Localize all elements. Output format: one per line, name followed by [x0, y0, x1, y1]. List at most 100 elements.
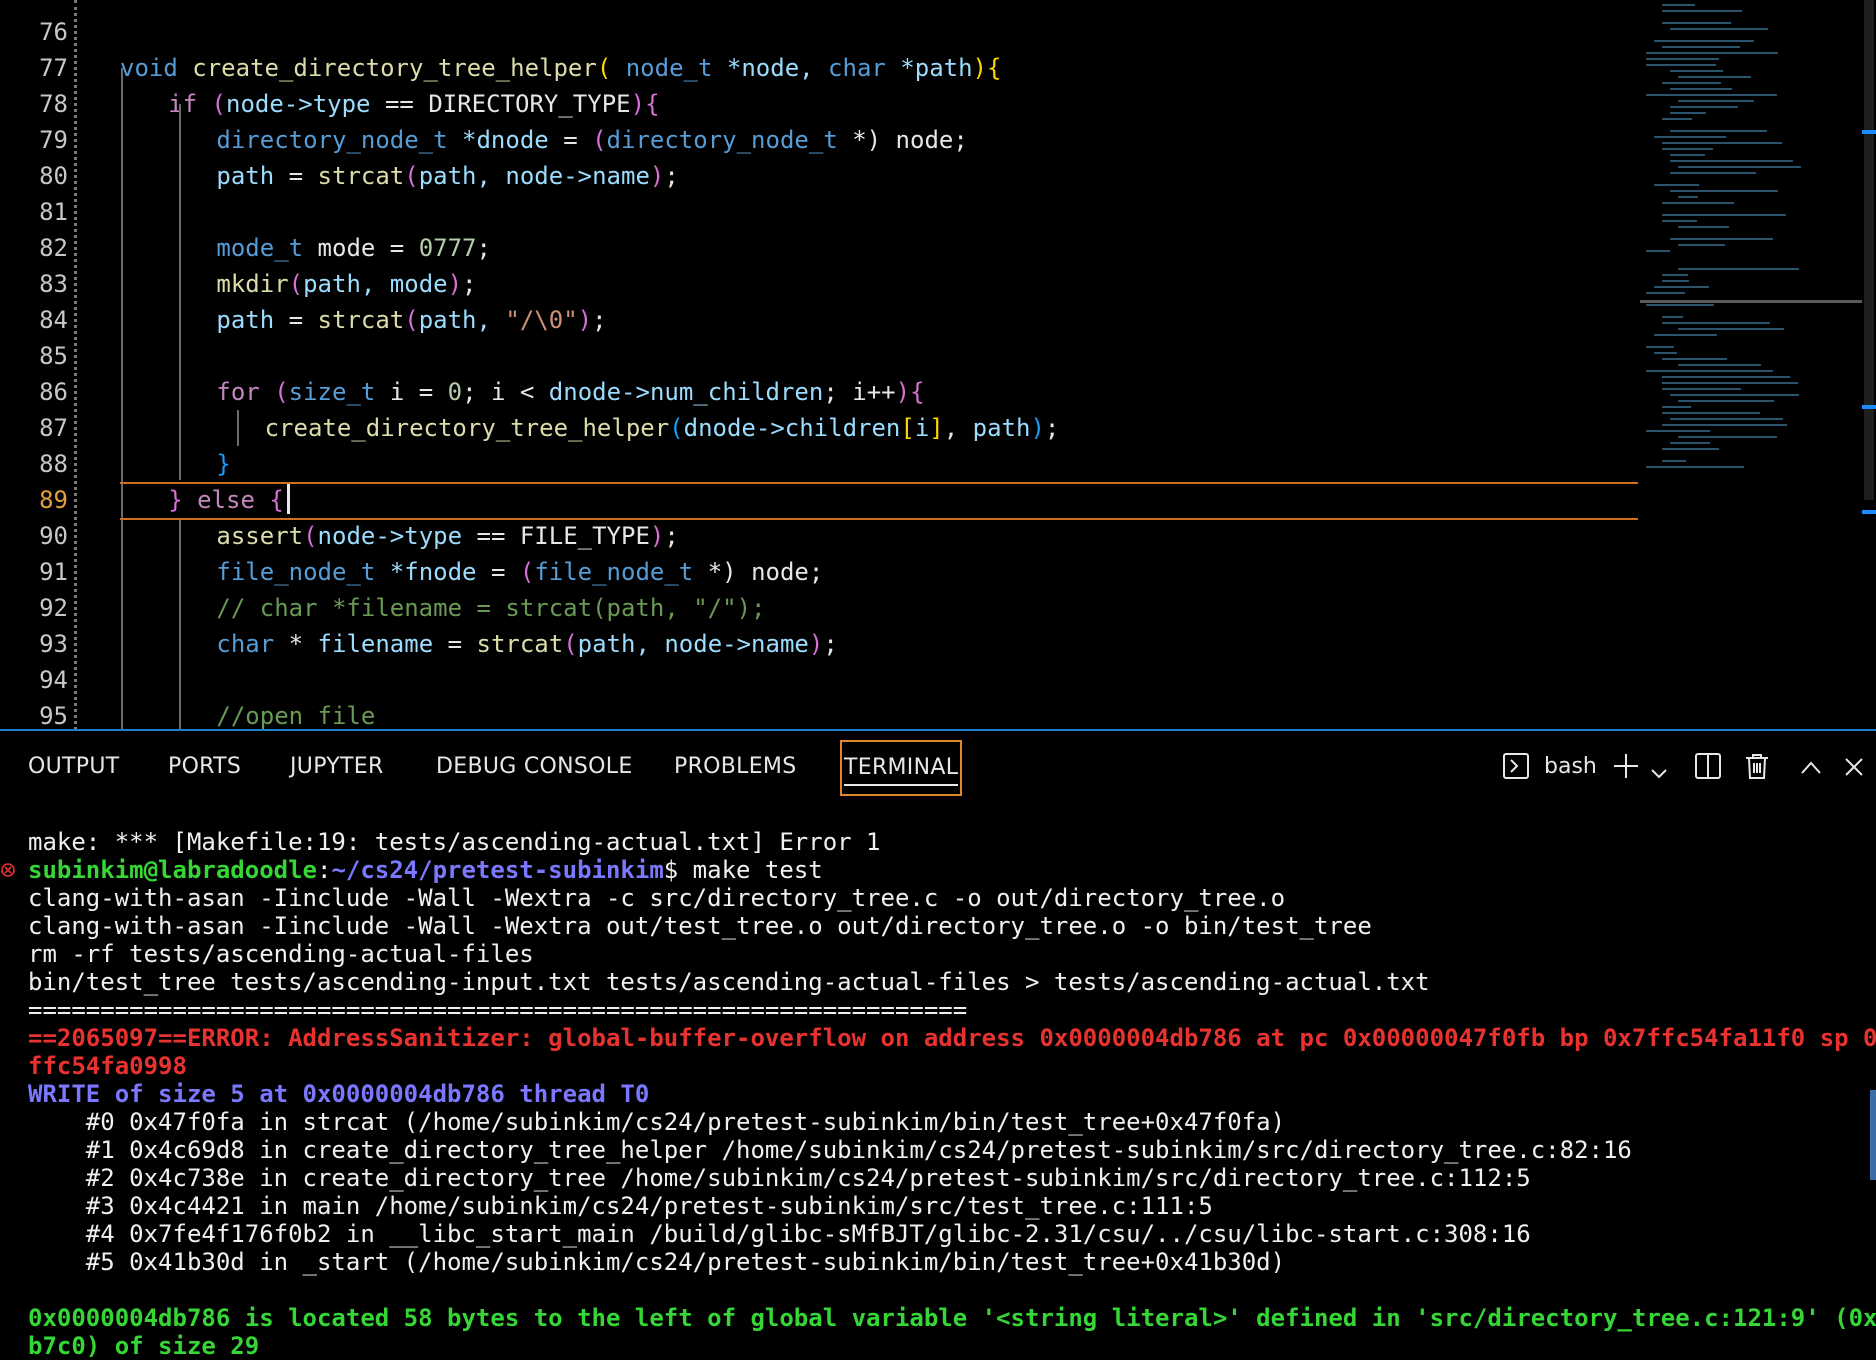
minimap-line — [1670, 190, 1778, 192]
code-line[interactable]: 82 mode_t mode = 0777; — [0, 230, 1640, 266]
tab-problems[interactable]: PROBLEMS — [674, 750, 796, 784]
code-token: ( — [404, 162, 419, 190]
current-line-highlight — [120, 482, 1638, 520]
plus-icon[interactable] — [1612, 752, 1640, 786]
stack-frame: #4 0x7fe4f176f0b2 in __libc_start_main /… — [28, 1220, 1531, 1248]
minimap-line — [1646, 94, 1777, 96]
prompt-command: $ make test — [663, 856, 823, 884]
asan-error-line: ffc54fa0998 — [28, 1052, 187, 1080]
code-token: path, — [303, 270, 376, 298]
code-token: path, — [418, 306, 491, 334]
code-token: ( — [519, 558, 535, 586]
line-number: 85 — [39, 342, 68, 370]
code-line[interactable]: 77 void create_directory_tree_helper( nod… — [0, 50, 1640, 86]
code-token: ) — [577, 306, 593, 334]
editor-scrollbar-thumb[interactable] — [1864, 0, 1874, 500]
code-token: node; — [751, 558, 824, 586]
minimap-line — [1654, 286, 1709, 288]
close-icon[interactable] — [1844, 754, 1864, 788]
indent-guide — [121, 68, 123, 730]
minimap[interactable] — [1640, 0, 1862, 730]
minimap-line — [1662, 4, 1695, 6]
code-text: path = strcat(path, "/\0"); — [216, 302, 606, 338]
minimap-line — [1678, 166, 1801, 168]
minimap-line — [1670, 28, 1768, 30]
code-line[interactable]: 92 // char *filename = strcat(path, "/"); — [0, 590, 1640, 626]
code-editor[interactable]: 76 77 void create_directory_tree_helper ( n… — [0, 0, 1876, 730]
minimap-line — [1670, 70, 1723, 72]
code-text: create_directory_tree_helper(dnode->chil… — [265, 410, 1060, 446]
terminal-scrollbar[interactable] — [1870, 1090, 1876, 1180]
code-line[interactable]: 85 — [0, 338, 1640, 374]
tab-output[interactable]: OUTPUT — [28, 750, 119, 784]
code-token: dnode->num_children — [548, 378, 824, 406]
code-line[interactable]: 90 assert(node->type == FILE_TYPE); — [0, 518, 1640, 554]
code-line[interactable]: 86 for (size_t i = 0; i < dnode->num_chil… — [0, 374, 1640, 410]
code-token: strcat — [317, 162, 405, 190]
minimap-line — [1678, 364, 1761, 366]
minimap-line — [1662, 424, 1787, 426]
line-number: 92 — [39, 594, 68, 622]
code-line[interactable]: 83 mkdir(path, mode); — [0, 266, 1640, 302]
code-token: ; — [1044, 414, 1060, 442]
code-token: void — [120, 54, 178, 82]
code-token: char — [216, 630, 275, 658]
trash-icon[interactable] — [1744, 752, 1770, 786]
code-token: < — [519, 378, 535, 406]
code-token: ) — [1030, 414, 1045, 442]
code-token: ( — [596, 54, 612, 82]
code-token: = — [490, 558, 506, 586]
code-line[interactable]: 79 directory_node_t *dnode = (directory_n… — [0, 122, 1640, 158]
line-number: 79 — [39, 126, 68, 154]
code-line[interactable]: 95 //open file — [0, 698, 1640, 730]
code-token: , — [943, 414, 959, 442]
code-line[interactable]: 93 char * filename = strcat(path, node->n… — [0, 626, 1640, 662]
split-icon[interactable] — [1694, 752, 1722, 786]
minimap-line — [1662, 274, 1688, 276]
code-line[interactable]: 94 — [0, 662, 1640, 698]
shell-label[interactable]: bash — [1544, 750, 1597, 784]
code-line[interactable]: 84 path = strcat(path, "/\0"); — [0, 302, 1640, 338]
code-token: == — [476, 522, 506, 550]
code-token: = — [389, 234, 405, 262]
panel-divider[interactable] — [0, 729, 1876, 731]
minimap-line — [1662, 376, 1790, 378]
chevron-up-icon[interactable] — [1800, 754, 1822, 788]
line-number: 77 — [39, 54, 68, 82]
minimap-line — [1646, 430, 1710, 432]
code-line[interactable]: 80 path = strcat(path, node->name); — [0, 158, 1640, 194]
tab-jupyter[interactable]: JUPYTER — [290, 750, 384, 784]
tab-debug-console[interactable]: DEBUG CONSOLE — [436, 750, 633, 784]
code-token: == — [384, 90, 414, 118]
minimap-line — [1678, 196, 1698, 198]
code-line[interactable]: 91 file_node_t *fnode = (file_node_t *) n… — [0, 554, 1640, 590]
line-number: 90 — [39, 522, 68, 550]
minimap-line — [1662, 148, 1713, 150]
minimap-line — [1662, 220, 1697, 222]
minimap-cursor-marker — [1640, 300, 1862, 303]
tab-terminal[interactable]: TERMINAL — [840, 740, 963, 796]
code-line[interactable]: 88} — [0, 446, 1640, 482]
chevron-down-icon[interactable] — [1650, 758, 1668, 792]
code-token: create_directory_tree_helper — [264, 414, 670, 442]
terminal-prompt-line: subinkim@labradoodle:~/cs24/pretest-subi… — [28, 856, 823, 884]
stack-frame: #3 0x4c4421 in main /home/subinkim/cs24/… — [28, 1192, 1213, 1220]
code-line[interactable]: 78 if (node->type == DIRECTORY_TYPE){ — [0, 86, 1640, 122]
code-token: file_node_t — [534, 558, 694, 586]
stack-frame: #2 0x4c738e in create_directory_tree /ho… — [28, 1164, 1531, 1192]
terminal-icon[interactable] — [1502, 752, 1530, 786]
code-line[interactable]: 87 create_directory_tree_helper(dnode->ch… — [0, 410, 1640, 446]
code-token: DIRECTORY_TYPE — [428, 90, 631, 118]
code-token: *path — [900, 54, 973, 82]
code-token: char — [828, 54, 886, 82]
code-text: path = strcat(path, node->name); — [216, 158, 678, 194]
code-line[interactable]: 76 — [0, 14, 1640, 50]
tab-ports[interactable]: PORTS — [168, 750, 241, 784]
prompt-path: ~/cs24/pretest-subinkim — [331, 856, 664, 884]
line-number: 84 — [39, 306, 68, 334]
minimap-line — [1678, 436, 1777, 438]
code-token: node->name — [505, 162, 650, 190]
code-line[interactable]: 81 — [0, 194, 1640, 230]
error-decoration-icon[interactable] — [0, 862, 16, 878]
code-token: ; — [664, 162, 679, 190]
